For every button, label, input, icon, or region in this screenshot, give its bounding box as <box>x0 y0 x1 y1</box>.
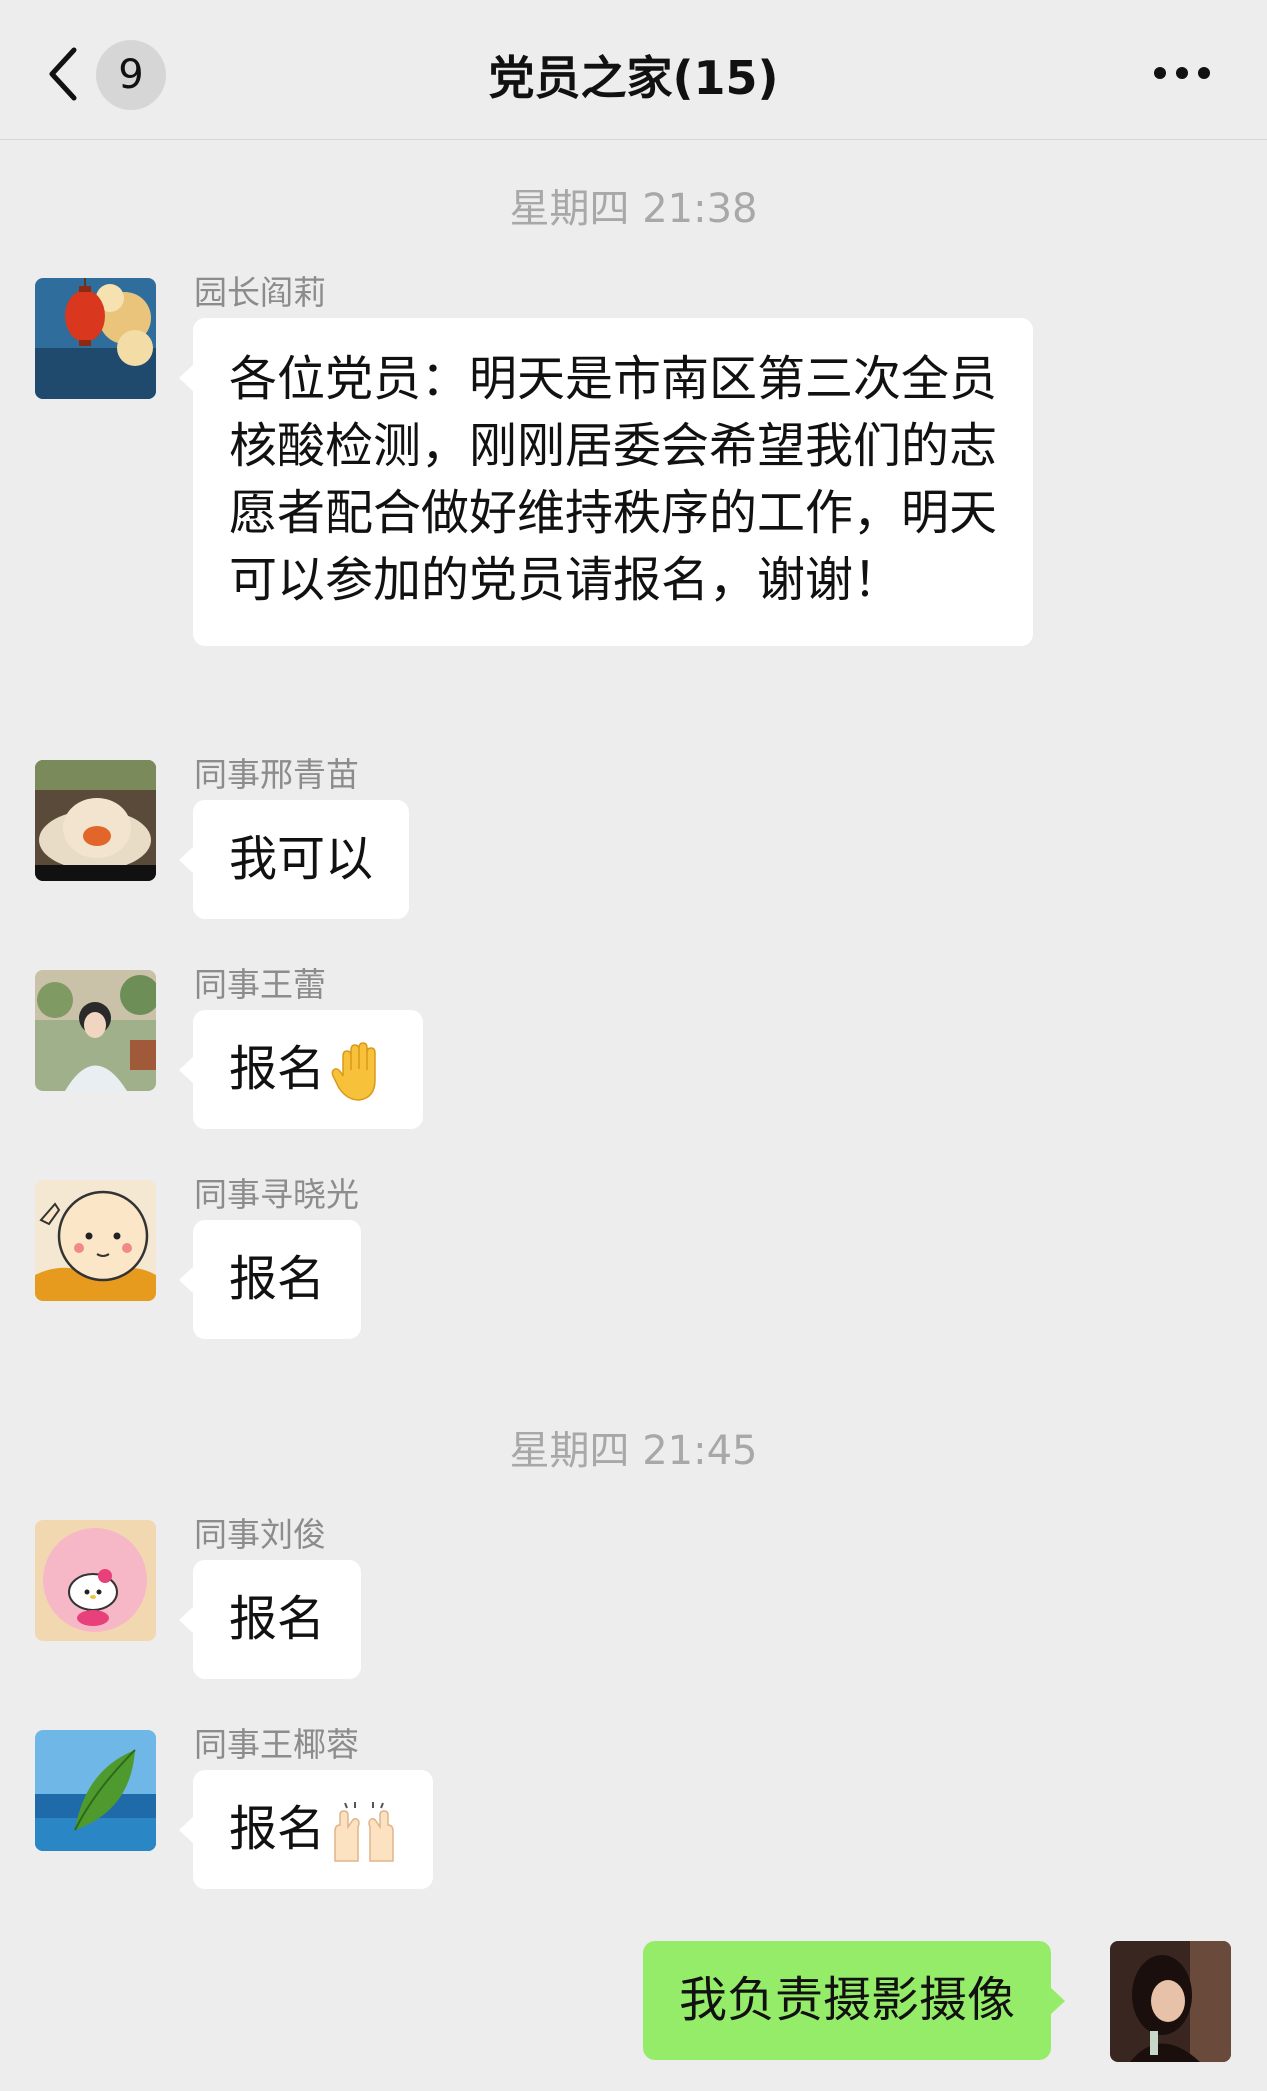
sender-name: 园长阎莉 <box>194 266 326 314</box>
raising-hands-emoji <box>331 1801 397 1863</box>
sender-name: 同事刘俊 <box>194 1508 326 1556</box>
more-dots-icon[interactable] <box>1152 58 1212 88</box>
sender-name: 同事王蕾 <box>194 958 326 1006</box>
self-message-bubble[interactable]: 我负责摄影摄像 <box>643 1941 1051 2060</box>
avatar[interactable] <box>35 1730 156 1851</box>
self-avatar[interactable] <box>1110 1941 1231 2062</box>
avatar[interactable] <box>35 970 156 1091</box>
avatar[interactable] <box>35 278 156 399</box>
sender-name: 同事邢青苗 <box>194 748 359 796</box>
sender-name: 同事王椰蓉 <box>194 1718 359 1766</box>
message-bubble[interactable]: 报名 <box>193 1560 361 1679</box>
message-text: 报名 <box>229 1801 325 1857</box>
message-bubble[interactable]: 报名 <box>193 1770 433 1889</box>
avatar[interactable] <box>35 760 156 881</box>
sender-name: 同事寻晓光 <box>194 1168 359 1216</box>
message-bubble[interactable]: 报名 <box>193 1010 423 1129</box>
message-bubble[interactable]: 各位党员：明天是市南区第三次全员核酸检测，刚刚居委会希望我们的志愿者配合做好维持… <box>193 318 1033 646</box>
avatar[interactable] <box>35 1520 156 1641</box>
raised-hand-emoji <box>331 1042 387 1102</box>
message-bubble[interactable]: 我可以 <box>193 800 409 919</box>
message-text: 报名 <box>229 1041 325 1097</box>
message-timestamp: 星期四 21:38 <box>0 176 1267 234</box>
message-timestamp: 星期四 21:45 <box>0 1418 1267 1476</box>
chat-header: 9 党员之家(15) <box>0 0 1267 140</box>
chat-title: 党员之家(15) <box>0 42 1267 108</box>
message-bubble[interactable]: 报名 <box>193 1220 361 1339</box>
avatar[interactable] <box>35 1180 156 1301</box>
